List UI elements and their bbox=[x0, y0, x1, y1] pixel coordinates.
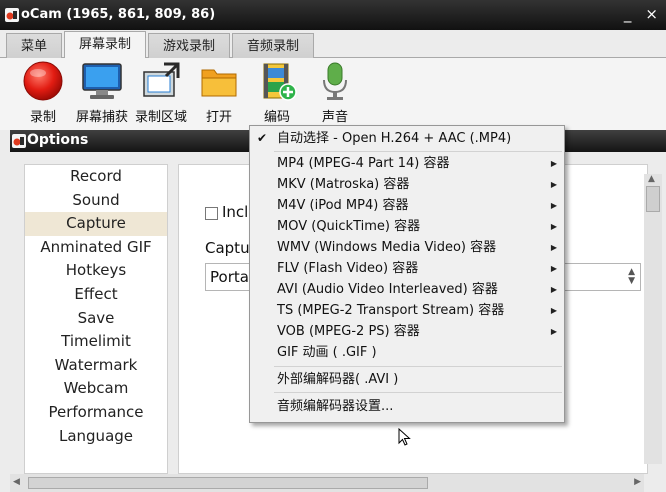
category-watermark[interactable]: Watermark bbox=[25, 354, 167, 378]
vertical-scrollbar[interactable]: ▲ bbox=[644, 174, 662, 464]
submenu-arrow-icon: ▶ bbox=[550, 285, 557, 294]
resize-area-icon bbox=[143, 62, 180, 97]
submenu-arrow-icon: ▶ bbox=[550, 264, 557, 273]
microphone-icon bbox=[323, 62, 347, 100]
menu-item-audio-codec-settings[interactable]: 音频编解码器设置... bbox=[250, 396, 564, 417]
capture-select-value: Portal bbox=[210, 268, 254, 286]
category-capture[interactable]: Capture bbox=[25, 212, 167, 236]
category-record[interactable]: Record bbox=[25, 165, 167, 189]
sound-button[interactable]: 声音 bbox=[300, 60, 370, 125]
ocam-app-icon bbox=[5, 8, 19, 22]
select-arrows-icon: ▲ ▼ bbox=[628, 267, 635, 286]
tab-game-record[interactable]: 游戏录制 bbox=[148, 33, 231, 59]
category-effect[interactable]: Effect bbox=[25, 283, 167, 307]
submenu-arrow-icon: ▶ bbox=[550, 243, 557, 252]
submenu-arrow-icon: ▶ bbox=[550, 180, 557, 189]
category-language[interactable]: Language bbox=[25, 425, 167, 449]
sound-label: 声音 bbox=[321, 110, 348, 125]
codec-menu: ✔ 自动选择 - Open H.264 + AAC (.MP4) MP4 (MP… bbox=[249, 125, 565, 423]
monitor-icon bbox=[82, 63, 122, 99]
category-list: Record Sound Capture Anminated GIF Hotke… bbox=[24, 164, 168, 474]
codec-film-icon bbox=[263, 63, 297, 101]
menu-separator bbox=[274, 392, 562, 393]
record-icon bbox=[23, 61, 63, 101]
include-checkbox[interactable] bbox=[205, 207, 218, 220]
submenu-arrow-icon: ▶ bbox=[550, 201, 557, 210]
submenu-arrow-icon: ▶ bbox=[550, 159, 557, 168]
check-icon: ✔ bbox=[257, 131, 268, 145]
scroll-right-icon[interactable]: ▶ bbox=[634, 477, 641, 487]
submenu-arrow-icon: ▶ bbox=[550, 327, 557, 336]
category-animated-gif[interactable]: Anminated GIF bbox=[25, 236, 167, 260]
tab-menu[interactable]: 菜单 bbox=[6, 33, 63, 59]
category-timelimit[interactable]: Timelimit bbox=[25, 330, 167, 354]
category-hotkeys[interactable]: Hotkeys bbox=[25, 259, 167, 283]
menu-separator bbox=[274, 366, 562, 367]
menu-item-vob[interactable]: VOB (MPEG-2 PS) 容器 ▶ bbox=[250, 321, 564, 342]
tab-screen-record[interactable]: 屏幕录制 bbox=[64, 31, 147, 59]
menu-item-m4v[interactable]: M4V (iPod MP4) 容器 ▶ bbox=[250, 195, 564, 216]
tab-audio-record[interactable]: 音频录制 bbox=[232, 33, 315, 59]
options-app-icon bbox=[12, 134, 26, 148]
vertical-scroll-thumb[interactable] bbox=[646, 186, 660, 212]
menu-item-mp4[interactable]: MP4 (MPEG-4 Part 14) 容器 ▶ bbox=[250, 153, 564, 174]
category-webcam[interactable]: Webcam bbox=[25, 377, 167, 401]
category-performance[interactable]: Performance bbox=[25, 401, 167, 425]
menu-item-auto[interactable]: ✔ 自动选择 - Open H.264 + AAC (.MP4) bbox=[250, 128, 564, 149]
category-save[interactable]: Save bbox=[25, 307, 167, 331]
menu-item-mkv[interactable]: MKV (Matroska) 容器 ▶ bbox=[250, 174, 564, 195]
horizontal-scroll-thumb[interactable] bbox=[28, 477, 428, 489]
menu-item-gif[interactable]: GIF 动画 ( .GIF ) bbox=[250, 342, 564, 363]
scroll-corner bbox=[644, 474, 666, 492]
toolbar: 录制 屏幕捕获 录制区域 打开 编码 声音 bbox=[0, 58, 666, 130]
menu-item-external-codec[interactable]: 外部编解码器( .AVI ) bbox=[250, 369, 564, 390]
window-title: oCam (1965, 861, 809, 86) bbox=[21, 7, 216, 22]
options-title: Options bbox=[27, 132, 89, 148]
menu-item-ts[interactable]: TS (MPEG-2 Transport Stream) 容器 ▶ bbox=[250, 300, 564, 321]
category-sound[interactable]: Sound bbox=[25, 189, 167, 213]
horizontal-scrollbar[interactable]: ◀ ▶ bbox=[10, 474, 644, 492]
menu-separator bbox=[274, 151, 562, 152]
menu-item-flv[interactable]: FLV (Flash Video) 容器 ▶ bbox=[250, 258, 564, 279]
submenu-arrow-icon: ▶ bbox=[550, 222, 557, 231]
submenu-arrow-icon: ▶ bbox=[550, 306, 557, 315]
scroll-left-icon[interactable]: ◀ bbox=[13, 477, 20, 487]
tab-bar: 菜单 屏幕录制 游戏录制 音频录制 bbox=[6, 31, 316, 59]
minimize-button[interactable]: _ bbox=[624, 5, 632, 23]
scroll-up-icon[interactable]: ▲ bbox=[648, 174, 655, 184]
title-bar: oCam (1965, 861, 809, 86) _ × bbox=[0, 0, 666, 30]
menu-item-mov[interactable]: MOV (QuickTime) 容器 ▶ bbox=[250, 216, 564, 237]
folder-icon bbox=[201, 69, 237, 97]
mouse-cursor-icon bbox=[398, 428, 411, 446]
menu-item-avi[interactable]: AVI (Audio Video Interleaved) 容器 ▶ bbox=[250, 279, 564, 300]
menu-item-wmv[interactable]: WMV (Windows Media Video) 容器 ▶ bbox=[250, 237, 564, 258]
close-button[interactable]: × bbox=[645, 5, 658, 23]
